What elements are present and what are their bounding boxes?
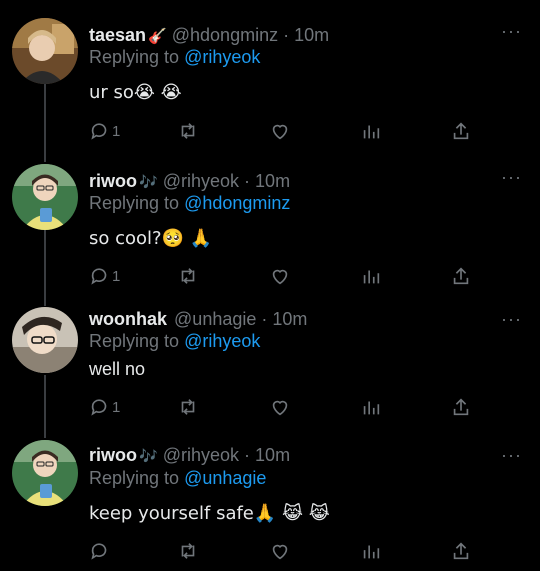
heart-icon bbox=[272, 544, 288, 560]
timestamp[interactable]: 10m bbox=[255, 445, 290, 465]
tweet[interactable]: woonhak @unhagie · 10m ··· Replying to @… bbox=[0, 302, 540, 428]
username[interactable]: @unhagie bbox=[174, 309, 256, 329]
username[interactable]: @hdongminz bbox=[172, 25, 278, 45]
tweet-text: so cool?🥺 🙏 bbox=[89, 228, 213, 249]
views-icon bbox=[363, 125, 380, 139]
reply-icon bbox=[91, 123, 107, 140]
heart-icon bbox=[272, 269, 288, 285]
avatar[interactable] bbox=[12, 18, 78, 84]
retweet-icon bbox=[181, 123, 195, 139]
more-icon[interactable]: ··· bbox=[501, 310, 522, 328]
avatar[interactable] bbox=[12, 307, 78, 373]
reply-count: 1 bbox=[112, 267, 121, 285]
more-icon[interactable]: ··· bbox=[501, 22, 522, 40]
name-emoji: 🎶 bbox=[139, 173, 158, 191]
tweet[interactable]: taesan 🎸 @hdongminz · 10m ··· Replying to… bbox=[0, 16, 540, 146]
tweet-header: riwoo 🎶 @rihyeok · 10m bbox=[89, 444, 290, 467]
reply-count: 1 bbox=[112, 398, 121, 416]
timestamp[interactable]: 10m bbox=[255, 171, 290, 191]
display-name[interactable]: taesan bbox=[89, 25, 146, 45]
replying-to-label: Replying to bbox=[89, 193, 180, 213]
mention-link[interactable]: @rihyeok bbox=[184, 331, 260, 351]
reply-button[interactable]: 1 bbox=[89, 119, 120, 143]
reply-count: 1 bbox=[112, 122, 121, 140]
timestamp[interactable]: 10m bbox=[272, 309, 307, 329]
share-icon bbox=[453, 267, 469, 285]
tweet-header: taesan 🎸 @hdongminz · 10m bbox=[89, 24, 329, 47]
views-icon bbox=[363, 545, 380, 559]
tweet[interactable]: riwoo 🎶 @rihyeok · 10m ··· Replying to @h… bbox=[0, 162, 540, 292]
tweet-actions: 1 bbox=[89, 264, 479, 288]
more-icon[interactable]: ··· bbox=[501, 446, 522, 464]
replying-to-label: Replying to bbox=[89, 47, 180, 67]
share-button[interactable] bbox=[450, 395, 472, 419]
name-emoji: 🎸 bbox=[148, 27, 167, 45]
share-button[interactable] bbox=[450, 264, 472, 288]
separator-dot: · bbox=[283, 25, 290, 45]
share-icon bbox=[453, 122, 469, 140]
replying-to-label: Replying to bbox=[89, 331, 180, 351]
tweet-actions: 1 bbox=[89, 395, 479, 419]
like-button[interactable] bbox=[269, 264, 291, 288]
timestamp[interactable]: 10m bbox=[294, 25, 329, 45]
replying-to: Replying to @rihyeok bbox=[89, 46, 260, 68]
mention-link[interactable]: @rihyeok bbox=[184, 47, 260, 67]
like-button[interactable] bbox=[269, 119, 291, 143]
display-name[interactable]: riwoo bbox=[89, 171, 137, 191]
tweet-actions bbox=[89, 539, 479, 563]
retweet-button[interactable] bbox=[177, 119, 199, 143]
username[interactable]: @rihyeok bbox=[163, 445, 239, 465]
views-button[interactable] bbox=[360, 264, 382, 288]
retweet-icon bbox=[181, 268, 195, 284]
reply-button[interactable]: 1 bbox=[89, 395, 120, 419]
views-icon bbox=[363, 270, 380, 284]
reply-button[interactable] bbox=[89, 539, 112, 563]
share-icon bbox=[453, 398, 469, 416]
views-button[interactable] bbox=[360, 539, 382, 563]
tweet-actions: 1 bbox=[89, 119, 479, 143]
views-button[interactable] bbox=[360, 119, 382, 143]
replying-to: Replying to @rihyeok bbox=[89, 330, 260, 352]
tweet[interactable]: riwoo 🎶 @rihyeok · 10m ··· Replying to @u… bbox=[0, 438, 540, 571]
reply-button[interactable]: 1 bbox=[89, 264, 120, 288]
retweet-icon bbox=[181, 543, 195, 559]
tweet-text: keep yourself safe🙏 😹 😹 bbox=[89, 503, 330, 524]
tweet-header: riwoo 🎶 @rihyeok · 10m bbox=[89, 170, 290, 193]
display-name[interactable]: woonhak bbox=[89, 309, 167, 329]
views-button[interactable] bbox=[360, 395, 382, 419]
heart-icon bbox=[272, 400, 288, 416]
mention-link[interactable]: @unhagie bbox=[184, 468, 266, 488]
tweet-header: woonhak @unhagie · 10m bbox=[89, 308, 307, 331]
like-button[interactable] bbox=[269, 395, 291, 419]
username[interactable]: @rihyeok bbox=[163, 171, 239, 191]
name-emoji: 🎶 bbox=[139, 447, 158, 465]
retweet-button[interactable] bbox=[177, 539, 199, 563]
retweet-button[interactable] bbox=[177, 264, 199, 288]
reply-icon bbox=[91, 399, 107, 416]
avatar[interactable] bbox=[12, 440, 78, 506]
separator-dot: · bbox=[244, 171, 251, 191]
share-button[interactable] bbox=[450, 539, 472, 563]
retweet-icon bbox=[181, 399, 195, 415]
views-icon bbox=[363, 401, 380, 415]
replying-to: Replying to @unhagie bbox=[89, 467, 266, 489]
heart-icon bbox=[272, 124, 288, 140]
avatar[interactable] bbox=[12, 164, 78, 230]
replying-to: Replying to @hdongminz bbox=[89, 192, 290, 214]
display-name[interactable]: riwoo bbox=[89, 445, 137, 465]
share-button[interactable] bbox=[450, 119, 472, 143]
mention-link[interactable]: @hdongminz bbox=[184, 193, 290, 213]
replying-to-label: Replying to bbox=[89, 468, 180, 488]
reply-icon bbox=[91, 543, 107, 560]
tweet-text: ur so😭 😭 bbox=[89, 82, 182, 103]
like-button[interactable] bbox=[269, 539, 291, 563]
separator-dot: · bbox=[261, 309, 268, 329]
more-icon[interactable]: ··· bbox=[501, 168, 522, 186]
retweet-button[interactable] bbox=[177, 395, 199, 419]
share-icon bbox=[453, 542, 469, 560]
separator-dot: · bbox=[244, 445, 251, 465]
reply-icon bbox=[91, 268, 107, 285]
tweet-text: well no bbox=[89, 359, 146, 379]
